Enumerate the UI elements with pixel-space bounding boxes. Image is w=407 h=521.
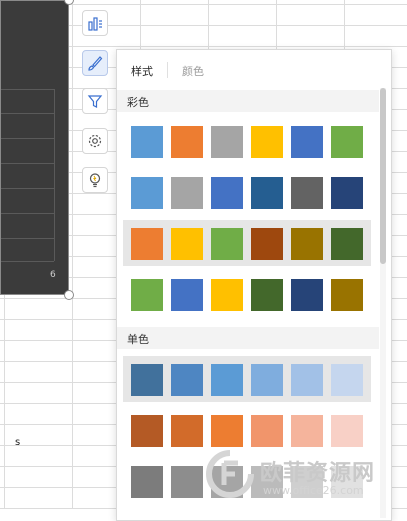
color-swatch	[131, 364, 163, 396]
watermark-logo	[206, 450, 254, 498]
colorful-style-option[interactable]	[123, 169, 371, 215]
chart-filter-button[interactable]	[82, 88, 108, 114]
watermark-text: 欧菲资源网	[260, 461, 376, 486]
colorful-style-option[interactable]	[123, 220, 371, 266]
color-swatch	[291, 126, 323, 158]
chart-tips-button[interactable]	[82, 167, 108, 193]
chart-gridline	[1, 188, 54, 189]
color-swatch	[251, 415, 283, 447]
color-swatch	[131, 228, 163, 260]
chart-gridline	[1, 261, 54, 262]
chart-elements-icon	[88, 17, 102, 31]
color-swatch	[251, 228, 283, 260]
color-swatch	[291, 177, 323, 209]
filter-icon	[87, 95, 103, 108]
chart-gridline	[1, 238, 54, 239]
color-swatch	[331, 177, 363, 209]
chart-gridline	[1, 113, 54, 114]
color-swatch	[171, 177, 203, 209]
colorful-style-option[interactable]	[123, 271, 371, 317]
color-swatch	[131, 279, 163, 311]
color-swatch	[131, 126, 163, 158]
color-swatch	[211, 228, 243, 260]
color-swatch	[291, 279, 323, 311]
chart-object[interactable]: 6	[0, 0, 69, 295]
color-swatch	[291, 364, 323, 396]
color-swatch	[251, 177, 283, 209]
tab-style[interactable]: 样式	[131, 63, 153, 79]
chart-gridline	[1, 163, 54, 164]
chart-gridline	[1, 213, 54, 214]
panel-tabs: 样式 颜色	[117, 50, 391, 88]
watermark: 欧菲资源网 www.office26.com	[205, 447, 405, 507]
lightbulb-icon	[89, 173, 101, 188]
color-swatch	[131, 415, 163, 447]
cell-value: s	[15, 437, 21, 448]
gear-icon	[88, 134, 102, 148]
color-swatch	[291, 228, 323, 260]
color-swatch	[251, 364, 283, 396]
watermark-url: www.office26.com	[263, 484, 364, 497]
section-colorful-label: 彩色	[127, 96, 149, 109]
section-mono-label: 单色	[127, 333, 149, 346]
color-swatch	[291, 415, 323, 447]
color-swatch	[211, 364, 243, 396]
chart-axis-line	[54, 89, 55, 261]
color-swatch	[171, 228, 203, 260]
color-swatch	[331, 228, 363, 260]
chart-style-button[interactable]	[82, 50, 108, 76]
color-swatch	[211, 279, 243, 311]
color-swatch	[251, 126, 283, 158]
mono-style-option[interactable]	[123, 356, 371, 402]
color-swatch	[131, 177, 163, 209]
section-colorful: 彩色	[117, 90, 379, 112]
color-swatch	[211, 126, 243, 158]
chart-elements-button[interactable]	[82, 10, 108, 36]
color-swatch	[171, 364, 203, 396]
resize-handle-bottom-right[interactable]	[64, 290, 74, 300]
brush-icon	[88, 56, 103, 71]
chart-settings-button[interactable]	[82, 128, 108, 154]
tab-divider	[167, 62, 168, 78]
chart-gridline	[1, 89, 54, 90]
color-swatch	[211, 177, 243, 209]
scrollbar-thumb[interactable]	[380, 88, 386, 264]
chart-gridline	[1, 138, 54, 139]
color-swatch	[331, 126, 363, 158]
tab-color[interactable]: 颜色	[182, 63, 204, 79]
color-swatch	[171, 126, 203, 158]
chart-axis-label: 6	[50, 270, 56, 280]
color-swatch	[331, 364, 363, 396]
color-swatch	[171, 415, 203, 447]
colorful-style-option[interactable]	[123, 118, 371, 164]
section-mono: 单色	[117, 327, 379, 349]
color-swatch	[171, 466, 203, 498]
color-swatch	[331, 279, 363, 311]
color-swatch	[211, 415, 243, 447]
color-swatch	[251, 279, 283, 311]
color-swatch	[131, 466, 163, 498]
color-swatch	[171, 279, 203, 311]
color-swatch	[331, 415, 363, 447]
